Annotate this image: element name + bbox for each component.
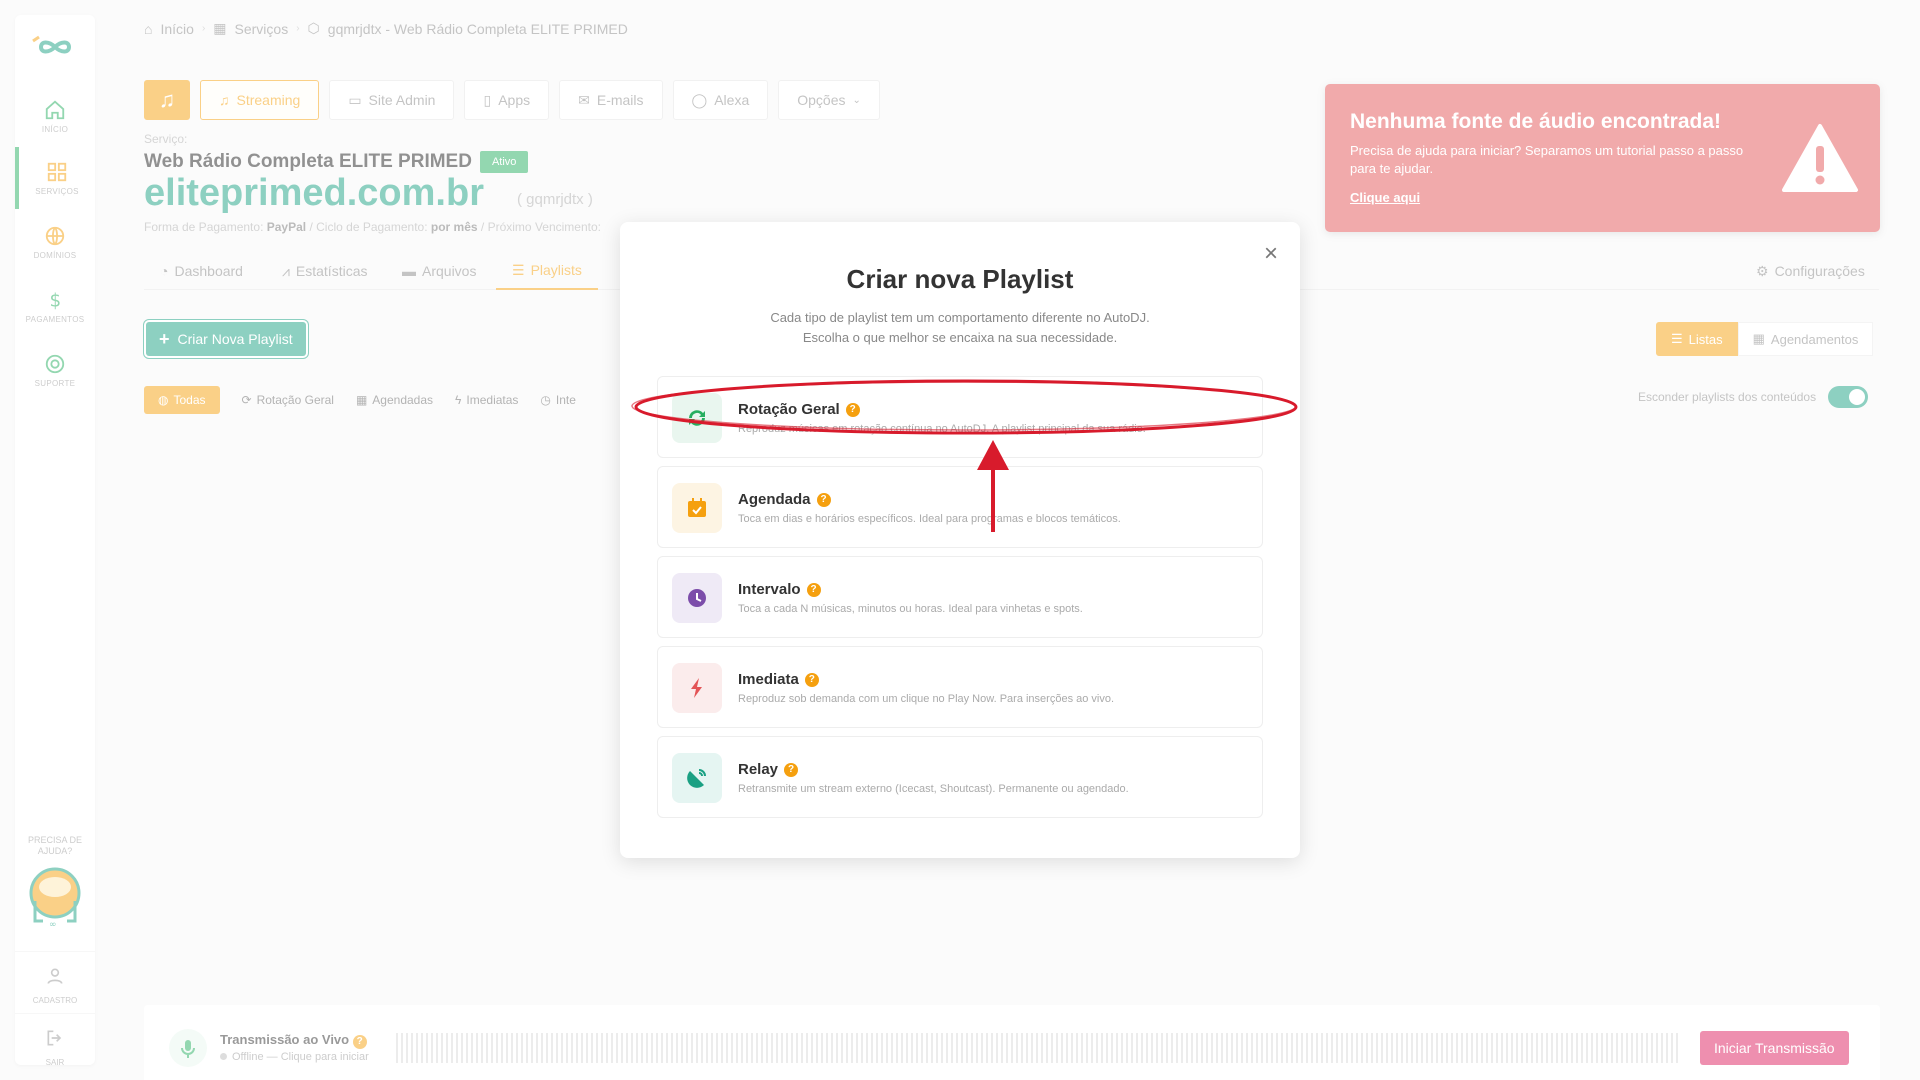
option-intervalo[interactable]: Intervalo? Toca a cada N músicas, minuto…: [657, 556, 1263, 638]
help-icon[interactable]: ?: [806, 582, 821, 597]
option-title: Rotação Geral: [738, 401, 840, 418]
option-description: Toca em dias e horários específicos. Ide…: [738, 513, 1121, 525]
calendar-check-icon: [672, 483, 722, 533]
help-icon[interactable]: ?: [816, 492, 831, 507]
option-imediata[interactable]: Imediata? Reproduz sob demanda com um cl…: [657, 646, 1263, 728]
option-title-row: Intervalo?: [738, 581, 821, 598]
help-icon[interactable]: ?: [784, 762, 799, 777]
close-icon[interactable]: ×: [1264, 242, 1278, 266]
option-title-row: Relay?: [738, 761, 799, 778]
satellite-dish-icon: [672, 753, 722, 803]
modal-title: Criar nova Playlist: [846, 264, 1074, 294]
option-title: Agendada: [738, 491, 811, 508]
option-relay[interactable]: Relay? Retransmite um stream externo (Ic…: [657, 736, 1263, 818]
option-title: Relay: [738, 761, 779, 778]
option-description: Toca a cada N músicas, minutos ou horas.…: [738, 603, 1083, 615]
clock-icon: [672, 573, 722, 623]
modal-description: Cada tipo de playlist tem um comportamen…: [620, 308, 1300, 348]
option-rotacao-geral[interactable]: Rotação Geral? Reproduz músicas em rotaç…: [657, 376, 1263, 458]
create-playlist-modal: × Criar nova Playlist Cada tipo de playl…: [620, 222, 1300, 858]
help-icon[interactable]: ?: [804, 672, 819, 687]
option-description: Reproduz músicas em rotação contínua no …: [738, 423, 1146, 435]
bolt-icon: [672, 663, 722, 713]
option-agendada[interactable]: Agendada? Toca em dias e horários especí…: [657, 466, 1263, 548]
refresh-icon: [672, 393, 722, 443]
help-icon[interactable]: ?: [845, 402, 860, 417]
option-title: Intervalo: [738, 581, 801, 598]
modal-desc-line: Cada tipo de playlist tem um comportamen…: [770, 310, 1150, 325]
option-title-row: Imediata?: [738, 671, 819, 688]
option-description: Retransmite um stream externo (Icecast, …: [738, 783, 1129, 795]
modal-desc-line: Escolha o que melhor se encaixa na sua n…: [802, 330, 1118, 345]
option-title-row: Agendada?: [738, 491, 831, 508]
option-description: Reproduz sob demanda com um clique no Pl…: [738, 693, 1115, 705]
option-title-row: Rotação Geral?: [738, 401, 860, 418]
option-title: Imediata: [738, 671, 799, 688]
